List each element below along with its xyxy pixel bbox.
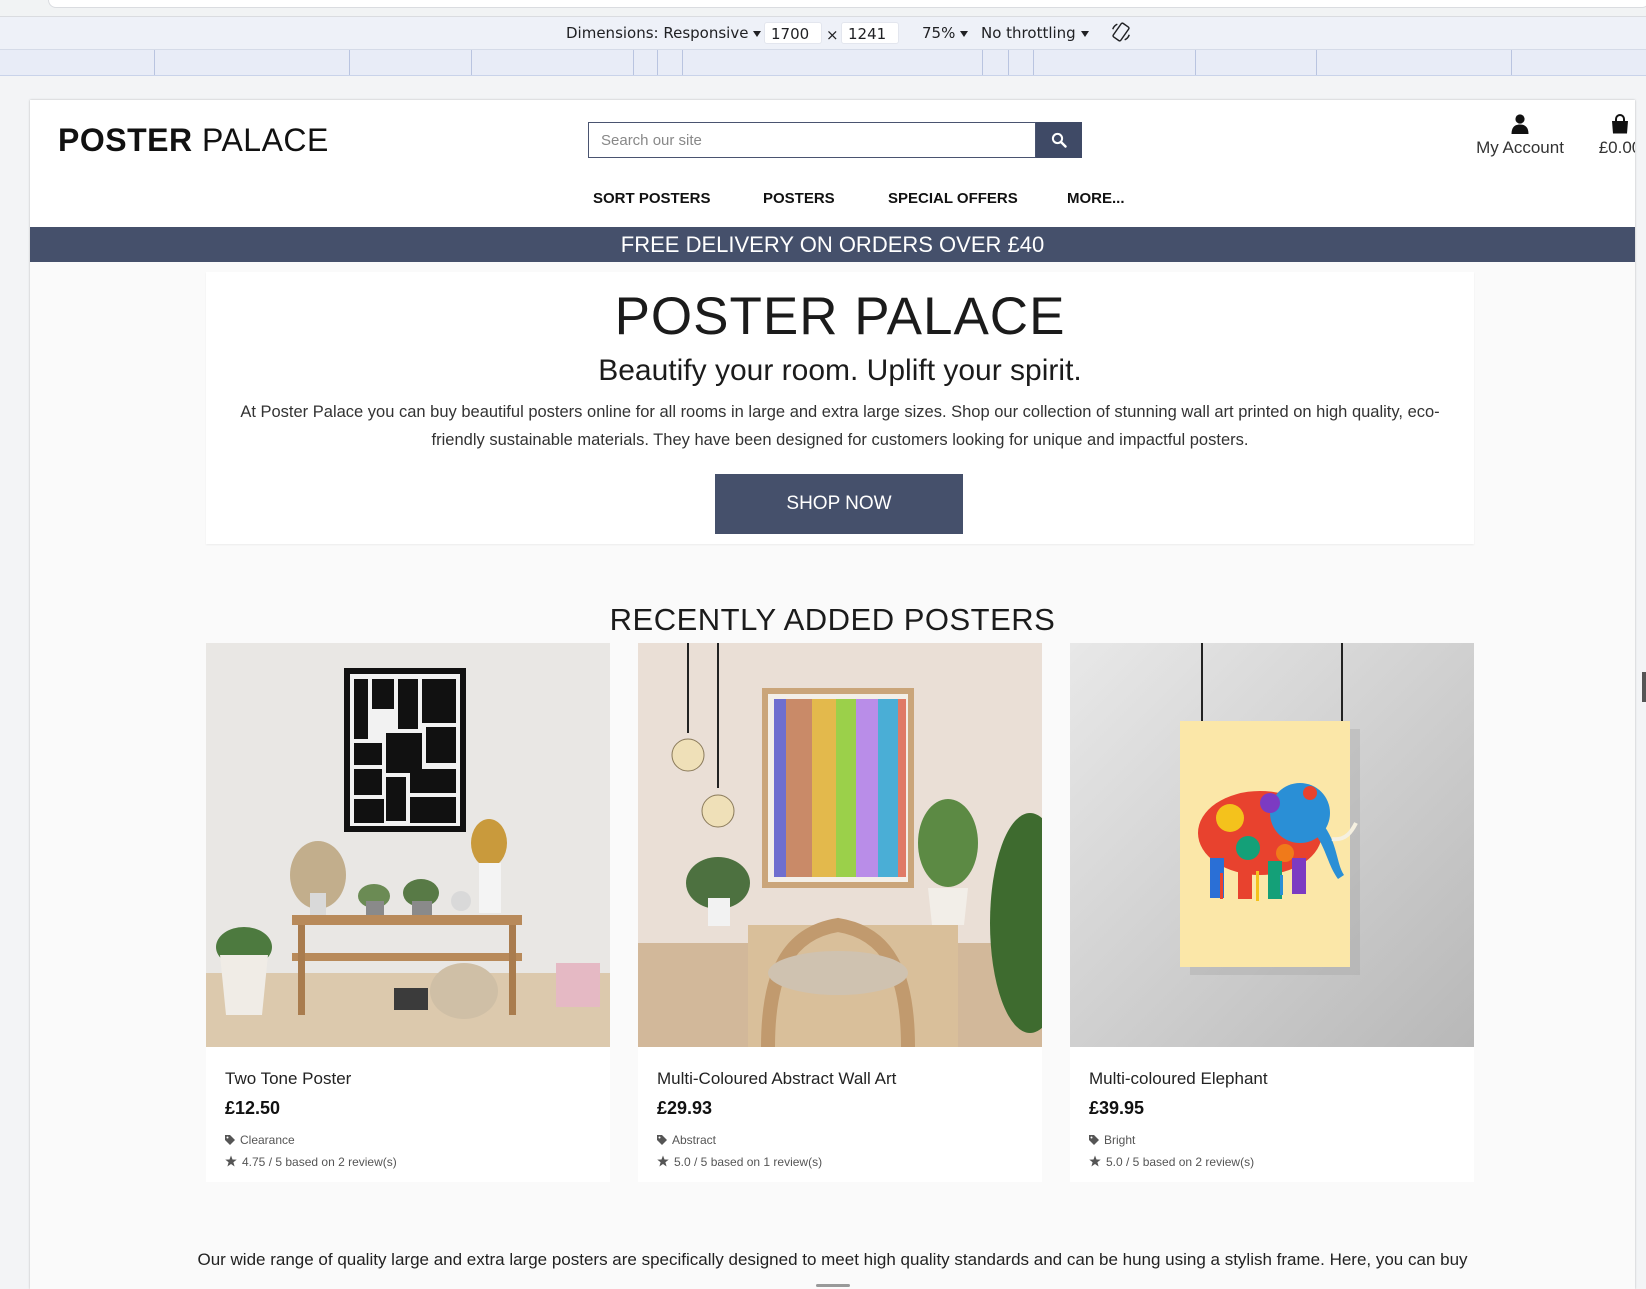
star-icon: [225, 1155, 237, 1167]
shop-now-button[interactable]: SHOP NOW: [715, 474, 963, 534]
site-header: POSTER PALACE Search our site My Account…: [30, 100, 1635, 227]
url-bar[interactable]: [48, 0, 1646, 8]
nav-special-offers[interactable]: SPECIAL OFFERS: [888, 190, 1018, 207]
star-icon: [1089, 1155, 1101, 1167]
rating-label: 4.75 / 5 based on 2 review(s): [242, 1155, 397, 1169]
throttling-select[interactable]: No throttling: [981, 24, 1089, 42]
product-price: £39.95: [1089, 1098, 1145, 1118]
product-price: £12.50: [225, 1098, 281, 1118]
recent-posters-title: RECENTLY ADDED POSTERS: [609, 602, 1056, 637]
product-category[interactable]: Abstract: [657, 1133, 716, 1147]
dimensions-label: Dimensions: Responsive: [566, 24, 749, 42]
nav-more[interactable]: MORE...: [1067, 190, 1125, 207]
logo-bold: POSTER: [58, 122, 193, 158]
shopping-bag-icon: [1612, 114, 1628, 134]
shopping-bag-link[interactable]: £0.00: [1590, 114, 1635, 158]
rating-label: 5.0 / 5 based on 1 review(s): [674, 1155, 823, 1169]
width-input[interactable]: 1700: [764, 22, 822, 44]
tag-icon: [1089, 1135, 1099, 1145]
hero-description: At Poster Palace you can buy beautiful p…: [240, 403, 1440, 449]
product-card[interactable]: Multi-coloured Elephant £39.95 Bright 5.…: [1070, 643, 1474, 1182]
hero-title: POSTER PALACE: [614, 287, 1066, 346]
nav-sort-posters[interactable]: SORT POSTERS: [593, 190, 711, 207]
browser-top-bar: [0, 0, 1646, 17]
product-image-abstract[interactable]: [638, 643, 1042, 1047]
zoom-label: 75%: [922, 24, 956, 42]
product-image-elephant[interactable]: [1070, 643, 1474, 1047]
hero-subtitle: Beautify your room. Uplift your spirit.: [598, 354, 1082, 387]
throttling-label: No throttling: [981, 24, 1076, 42]
tag-icon: [657, 1135, 667, 1145]
my-account-label: My Account: [1476, 138, 1564, 157]
dimensions-select[interactable]: Dimensions: Responsive: [566, 24, 762, 42]
caret-down-icon: [960, 30, 969, 37]
my-account-link[interactable]: My Account: [1460, 114, 1580, 158]
zoom-select[interactable]: 75%: [922, 24, 969, 42]
product-rating: 5.0 / 5 based on 1 review(s): [657, 1155, 822, 1169]
delivery-banner: FREE DELIVERY ON ORDERS OVER £40: [30, 227, 1635, 262]
product-name[interactable]: Multi-Coloured Abstract Wall Art: [657, 1069, 896, 1089]
product-card[interactable]: Two Tone Poster £12.50 Clearance 4.75 / …: [206, 643, 610, 1182]
search-button[interactable]: [1036, 122, 1082, 158]
site-logo[interactable]: POSTER PALACE: [58, 122, 329, 159]
site-viewport: POSTER PALACE Search our site My Account…: [30, 100, 1635, 1289]
hero-panel: POSTER PALACE Beautify your room. Uplift…: [206, 272, 1474, 544]
tag-icon: [225, 1135, 235, 1145]
device-toolbar: Dimensions: Responsive 1700 × 1241 75% N…: [0, 17, 1646, 50]
caret-down-icon: [1080, 30, 1089, 37]
nav-posters[interactable]: POSTERS: [763, 190, 835, 207]
product-name[interactable]: Multi-coloured Elephant: [1089, 1069, 1268, 1089]
user-icon: [1511, 114, 1529, 134]
product-rating: 4.75 / 5 based on 2 review(s): [225, 1155, 397, 1169]
search-icon: [1051, 132, 1067, 148]
scroll-indicator[interactable]: [816, 1284, 850, 1287]
search-input[interactable]: Search our site: [588, 122, 1036, 158]
star-icon: [657, 1155, 669, 1167]
category-label: Clearance: [240, 1133, 295, 1147]
dimension-separator: ×: [826, 26, 839, 44]
caret-down-icon: [753, 30, 762, 37]
seo-paragraph: Our wide range of quality large and extr…: [197, 1250, 1468, 1269]
media-query-ruler: [0, 50, 1646, 76]
product-category[interactable]: Bright: [1089, 1133, 1135, 1147]
product-image-two-tone[interactable]: [206, 643, 610, 1047]
resize-handle[interactable]: [1642, 672, 1646, 702]
height-input[interactable]: 1241: [841, 22, 899, 44]
bag-total: £0.00: [1598, 138, 1635, 157]
rotate-icon[interactable]: [1110, 21, 1132, 43]
logo-light: PALACE: [201, 122, 329, 158]
category-label: Abstract: [672, 1133, 717, 1147]
product-card[interactable]: Multi-Coloured Abstract Wall Art £29.93 …: [638, 643, 1042, 1182]
rating-label: 5.0 / 5 based on 2 review(s): [1106, 1155, 1255, 1169]
product-price: £29.93: [657, 1098, 713, 1118]
category-label: Bright: [1104, 1133, 1136, 1147]
product-name[interactable]: Two Tone Poster: [225, 1069, 351, 1089]
product-category[interactable]: Clearance: [225, 1133, 295, 1147]
product-rating: 5.0 / 5 based on 2 review(s): [1089, 1155, 1254, 1169]
